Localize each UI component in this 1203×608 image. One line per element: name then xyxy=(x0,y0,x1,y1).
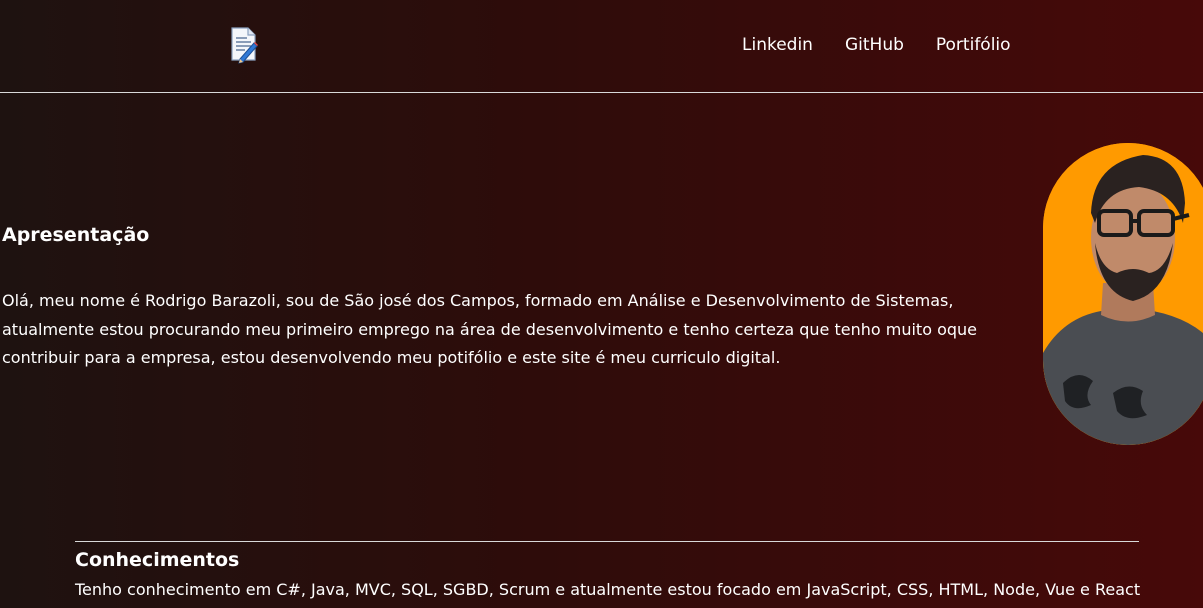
nav-link-github[interactable]: GitHub xyxy=(845,35,904,55)
avatar xyxy=(1043,143,1203,445)
main-nav: Linkedin GitHub Portifólio xyxy=(742,35,1011,55)
nav-link-linkedin[interactable]: Linkedin xyxy=(742,35,813,55)
document-edit-icon[interactable] xyxy=(229,26,259,64)
section-divider xyxy=(75,541,1139,542)
knowledge-title: Conhecimentos xyxy=(75,549,240,571)
knowledge-text: Tenho conhecimento em C#, Java, MVC, SQL… xyxy=(75,580,1141,599)
site-header: Linkedin GitHub Portifólio xyxy=(0,0,1203,93)
nav-link-portfolio[interactable]: Portifólio xyxy=(936,35,1011,55)
intro-title: Apresentação xyxy=(2,224,150,246)
intro-text: Olá, meu nome é Rodrigo Barazoli, sou de… xyxy=(2,291,977,367)
